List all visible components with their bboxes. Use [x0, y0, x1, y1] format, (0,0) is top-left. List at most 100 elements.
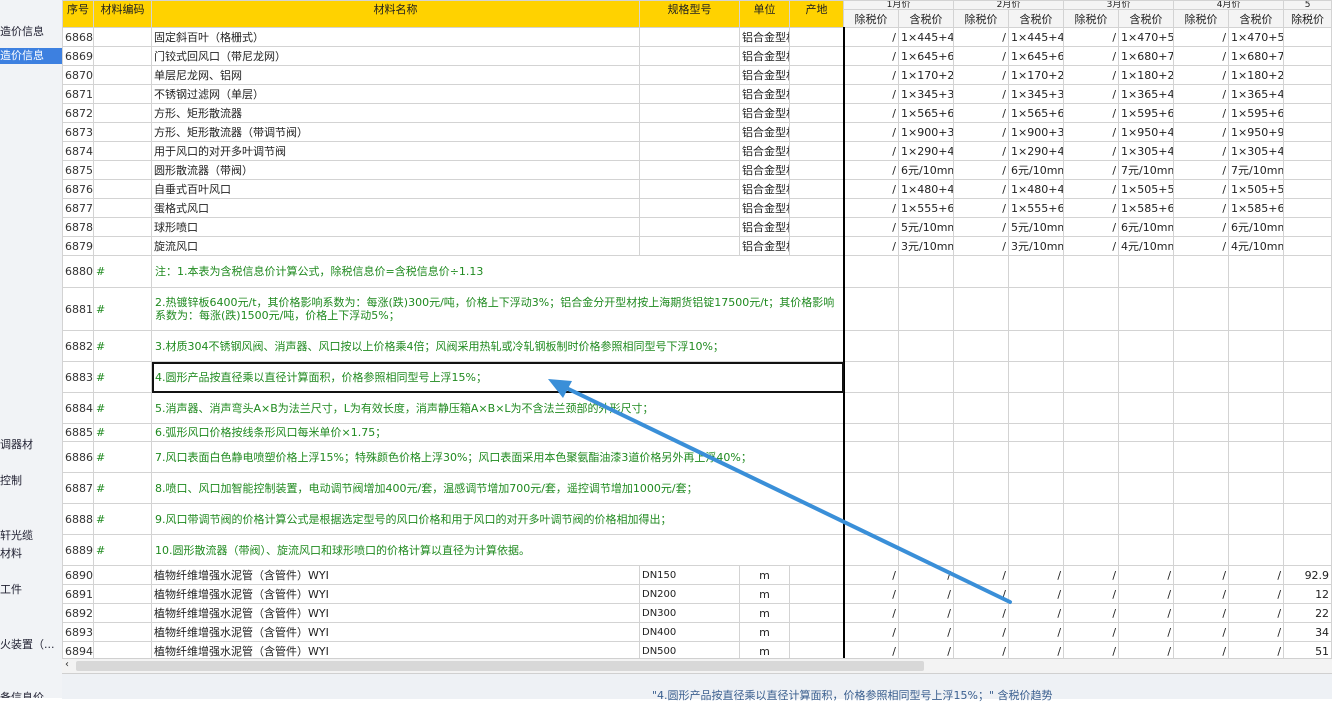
- price-cell[interactable]: /: [1008, 603, 1065, 623]
- price-cell[interactable]: 1×365+40: [1118, 84, 1175, 104]
- spec-cell[interactable]: [639, 122, 740, 142]
- empty-cell[interactable]: [1008, 330, 1065, 362]
- unit-cell[interactable]: 铝合金型材: [739, 179, 790, 199]
- empty-cell[interactable]: [1063, 534, 1120, 566]
- price-cell[interactable]: [1283, 27, 1332, 47]
- price-cell[interactable]: /: [897, 565, 955, 585]
- price-cell[interactable]: /: [1118, 622, 1175, 642]
- price-cell[interactable]: /: [1063, 27, 1120, 47]
- note-marker[interactable]: #: [93, 392, 152, 424]
- price-cell[interactable]: 1×345+35: [1008, 84, 1065, 104]
- origin-cell[interactable]: [789, 141, 845, 161]
- unit-cell[interactable]: 铝合金型材: [739, 198, 790, 218]
- empty-cell[interactable]: [1063, 423, 1120, 442]
- price-cell[interactable]: /: [953, 141, 1010, 161]
- header-month[interactable]: 5: [1283, 0, 1332, 10]
- price-cell[interactable]: [1283, 236, 1332, 256]
- price-cell[interactable]: 1×445+45: [1008, 27, 1065, 47]
- price-cell[interactable]: /: [1008, 622, 1065, 642]
- material-code-cell[interactable]: [93, 584, 152, 604]
- header-code[interactable]: 材料编码: [93, 0, 152, 28]
- empty-cell[interactable]: [897, 287, 955, 331]
- empty-cell[interactable]: [953, 423, 1010, 442]
- spec-cell[interactable]: [639, 217, 740, 237]
- price-cell[interactable]: 1×480+45: [1008, 179, 1065, 199]
- origin-cell[interactable]: [789, 217, 845, 237]
- price-cell[interactable]: 1×595+68: [1118, 103, 1175, 123]
- empty-cell[interactable]: [1283, 472, 1332, 504]
- empty-cell[interactable]: [897, 330, 955, 362]
- empty-cell[interactable]: [1173, 392, 1230, 424]
- price-cell[interactable]: /: [1173, 198, 1230, 218]
- header-price-type[interactable]: 含税价: [1118, 9, 1175, 28]
- empty-cell[interactable]: [1228, 361, 1285, 393]
- material-name-cell[interactable]: 不锈钢过滤网（单层）: [151, 84, 640, 104]
- empty-cell[interactable]: [1008, 423, 1065, 442]
- note-row[interactable]: 6880 # 注：1.本表为含税信息价计算公式，除税信息价=含税信息价÷1.13: [62, 255, 1332, 288]
- material-name-cell[interactable]: 方形、矩形散流器: [151, 103, 640, 123]
- price-cell[interactable]: 1×180+25: [1228, 65, 1285, 85]
- unit-cell[interactable]: 铝合金型材: [739, 65, 790, 85]
- price-cell[interactable]: 1×345+35: [897, 84, 955, 104]
- empty-cell[interactable]: [843, 503, 899, 535]
- note-row[interactable]: 6888 #9.风口带调节阀的价格计算公式是根据选定型号的风口价格和用于风口的对开…: [62, 503, 1332, 535]
- empty-cell[interactable]: [953, 503, 1010, 535]
- unit-cell[interactable]: 铝合金型材: [739, 27, 790, 47]
- empty-cell[interactable]: [1118, 472, 1175, 504]
- price-cell[interactable]: /: [1173, 622, 1230, 642]
- table-row[interactable]: 6874用于风口的对开多叶调节阀铝合金型材/1×290+40/1×290+40/…: [62, 141, 1332, 161]
- note-marker[interactable]: #: [93, 503, 152, 535]
- material-code-cell[interactable]: [93, 65, 152, 85]
- empty-cell[interactable]: [1173, 255, 1230, 288]
- empty-cell[interactable]: [1283, 255, 1332, 288]
- price-cell[interactable]: /: [843, 622, 899, 642]
- spec-cell[interactable]: [639, 179, 740, 199]
- sidebar-item[interactable]: 火装置（...: [0, 637, 62, 653]
- scrollbar-thumb[interactable]: [76, 661, 924, 671]
- price-cell[interactable]: /: [1063, 46, 1120, 66]
- unit-cell[interactable]: 铝合金型材: [739, 141, 790, 161]
- empty-cell[interactable]: [1228, 503, 1285, 535]
- empty-cell[interactable]: [1063, 287, 1120, 331]
- material-code-cell[interactable]: [93, 622, 152, 642]
- spec-cell[interactable]: DN400: [639, 622, 740, 642]
- price-cell[interactable]: /: [897, 641, 955, 658]
- price-cell[interactable]: /: [843, 103, 899, 123]
- empty-cell[interactable]: [843, 361, 899, 393]
- price-cell[interactable]: 4元/10mm: [1228, 236, 1285, 256]
- price-cell[interactable]: 1×505+50: [1118, 179, 1175, 199]
- price-cell[interactable]: /: [1173, 141, 1230, 161]
- note-text-cell[interactable]: 注：1.本表为含税信息价计算公式，除税信息价=含税信息价÷1.13: [151, 255, 845, 288]
- empty-cell[interactable]: [1063, 503, 1120, 535]
- note-row[interactable]: 6887 #8.喷口、风口加智能控制装置，电动调节阀增加400元/套，温感调节增加…: [62, 472, 1332, 504]
- empty-cell[interactable]: [843, 423, 899, 442]
- unit-cell[interactable]: m: [739, 622, 790, 642]
- origin-cell[interactable]: [789, 122, 845, 142]
- price-cell[interactable]: 1×950+95: [1228, 122, 1285, 142]
- origin-cell[interactable]: [789, 236, 845, 256]
- spec-cell[interactable]: [639, 236, 740, 256]
- price-cell[interactable]: [1283, 141, 1332, 161]
- price-cell[interactable]: /: [953, 27, 1010, 47]
- empty-cell[interactable]: [1063, 255, 1120, 288]
- empty-cell[interactable]: [1228, 472, 1285, 504]
- origin-cell[interactable]: [789, 103, 845, 123]
- material-code-cell[interactable]: [93, 160, 152, 180]
- price-cell[interactable]: 1×565+65: [897, 103, 955, 123]
- spec-cell[interactable]: [639, 103, 740, 123]
- price-cell[interactable]: 1×305+45: [1118, 141, 1175, 161]
- note-marker[interactable]: #: [93, 361, 152, 393]
- empty-cell[interactable]: [953, 330, 1010, 362]
- table-row[interactable]: 6875圆形散流器（带阀）铝合金型材/6元/10mm/6元/10mm/7元/10…: [62, 160, 1332, 180]
- price-cell[interactable]: 1×680+70: [1118, 46, 1175, 66]
- price-cell[interactable]: 1×555+60: [897, 198, 955, 218]
- spec-cell[interactable]: DN150: [639, 565, 740, 585]
- unit-cell[interactable]: 铝合金型材: [739, 160, 790, 180]
- material-name-cell[interactable]: 门铰式回风口（带尼龙网）: [151, 46, 640, 66]
- sidebar-item[interactable]: 工件: [0, 582, 62, 598]
- price-cell[interactable]: /: [1173, 641, 1230, 658]
- price-cell[interactable]: 6元/10mm: [1008, 160, 1065, 180]
- empty-cell[interactable]: [1118, 503, 1175, 535]
- price-cell[interactable]: 6元/10mm: [1118, 217, 1175, 237]
- unit-cell[interactable]: m: [739, 565, 790, 585]
